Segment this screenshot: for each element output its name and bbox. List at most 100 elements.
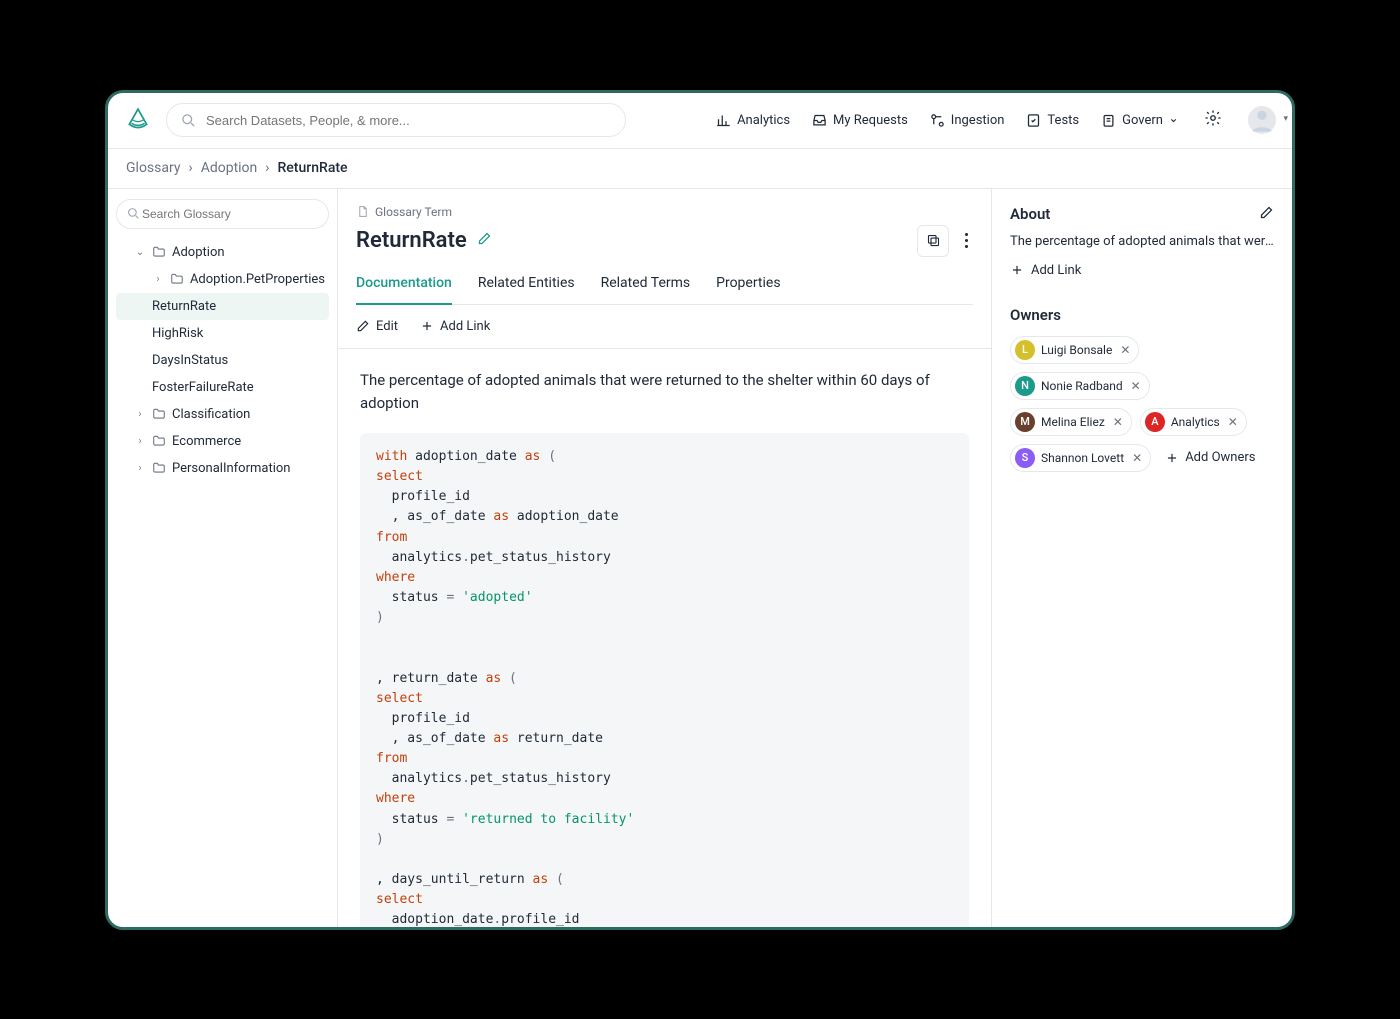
owner-chip[interactable]: M Melina Eliez ✕ (1010, 408, 1132, 436)
chevron-right-icon: › (134, 463, 146, 474)
logo-icon (125, 107, 151, 133)
top-nav: Analytics My Requests Ingestion Tests Go… (716, 105, 1276, 135)
tree-node-ecommerce[interactable]: › Ecommerce (116, 428, 329, 455)
owner-chip[interactable]: N Nonie Radband ✕ (1010, 372, 1150, 400)
tree-node-classification[interactable]: › Classification (116, 401, 329, 428)
tree-node-days-in-status[interactable]: DaysInStatus (116, 347, 329, 374)
nav-tests[interactable]: Tests (1026, 113, 1079, 128)
avatar-icon: S (1015, 448, 1035, 468)
sidebar-search-input[interactable] (140, 206, 318, 222)
plus-icon (1010, 263, 1024, 277)
term-description: The percentage of adopted animals that w… (360, 369, 969, 416)
code-block: with adoption_date as ( select profile_i… (360, 433, 969, 927)
search-icon (181, 113, 196, 128)
pencil-icon (356, 319, 370, 333)
copy-button[interactable] (917, 225, 949, 257)
tabs: Documentation Related Entities Related T… (356, 275, 973, 305)
nav-my-requests[interactable]: My Requests (812, 113, 908, 128)
search-icon (127, 207, 140, 220)
top-bar: Analytics My Requests Ingestion Tests Go… (108, 93, 1292, 149)
remove-owner-button[interactable]: ✕ (1132, 451, 1142, 465)
more-actions-button[interactable] (959, 227, 973, 254)
owners-heading: Owners (1010, 306, 1274, 324)
chevron-right-icon: › (265, 160, 269, 176)
chevron-right-icon: › (188, 160, 192, 176)
add-owners-button[interactable]: Add Owners (1159, 444, 1261, 472)
gear-icon (1204, 109, 1222, 127)
remove-owner-button[interactable]: ✕ (1113, 415, 1123, 429)
avatar-icon (1248, 106, 1276, 134)
documentation-body: The percentage of adopted animals that w… (338, 349, 991, 927)
owner-name: Shannon Lovett (1041, 451, 1124, 465)
user-menu[interactable] (1248, 106, 1276, 134)
entity-type-label: Glossary Term (356, 205, 973, 219)
tests-icon (1026, 113, 1041, 128)
remove-owner-button[interactable]: ✕ (1228, 415, 1238, 429)
document-icon (356, 205, 369, 218)
tab-related-entities[interactable]: Related Entities (478, 275, 575, 304)
tree-node-return-rate[interactable]: ReturnRate (116, 293, 329, 320)
owner-name: Luigi Bonsale (1041, 343, 1112, 357)
settings-button[interactable] (1200, 105, 1226, 135)
folder-icon (152, 461, 166, 475)
breadcrumb: Glossary › Adoption › ReturnRate (108, 149, 1292, 189)
owner-chip[interactable]: L Luigi Bonsale ✕ (1010, 336, 1139, 364)
avatar-icon: L (1015, 340, 1035, 360)
breadcrumb-parent[interactable]: Adoption (201, 160, 258, 176)
avatar-icon: M (1015, 412, 1035, 432)
remove-owner-button[interactable]: ✕ (1131, 379, 1141, 393)
avatar-icon: A (1145, 412, 1165, 432)
tree-node-foster-failure-rate[interactable]: FosterFailureRate (116, 374, 329, 401)
breadcrumb-root[interactable]: Glossary (126, 160, 180, 176)
page-title: ReturnRate (356, 228, 467, 253)
plus-icon (1165, 451, 1179, 465)
tree-node-high-risk[interactable]: HighRisk (116, 320, 329, 347)
tab-properties[interactable]: Properties (716, 275, 780, 304)
owner-chip[interactable]: A Analytics ✕ (1140, 408, 1247, 436)
doc-toolbar: Edit Add Link (338, 305, 991, 349)
main-content: Glossary Term ReturnRate Document (338, 189, 992, 927)
tab-related-terms[interactable]: Related Terms (601, 275, 691, 304)
sidebar-search[interactable] (116, 199, 329, 229)
analytics-icon (716, 113, 731, 128)
chevron-down-icon: ⌄ (134, 247, 146, 258)
owner-name: Nonie Radband (1041, 379, 1123, 393)
breadcrumb-current: ReturnRate (278, 160, 348, 176)
owner-chips: L Luigi Bonsale ✕ N Nonie Radband ✕ M Melina El… (1010, 336, 1274, 472)
folder-icon (152, 434, 166, 448)
add-link-button[interactable]: Add Link (420, 319, 490, 334)
tree-node-adoption[interactable]: ⌄ Adoption (116, 239, 329, 266)
about-summary: The percentage of adopted animals that w… (1010, 234, 1274, 249)
logo[interactable] (124, 106, 152, 134)
nav-analytics[interactable]: Analytics (716, 113, 790, 128)
remove-owner-button[interactable]: ✕ (1120, 343, 1130, 357)
avatar-icon: N (1015, 376, 1035, 396)
inbox-icon (812, 113, 827, 128)
govern-icon (1101, 113, 1116, 128)
about-panel: About The percentage of adopted animals … (992, 189, 1292, 927)
ingestion-icon (930, 113, 945, 128)
tree-node-personal-information[interactable]: › PersonalInformation (116, 455, 329, 482)
chevron-right-icon: › (152, 274, 164, 285)
owner-name: Analytics (1171, 415, 1220, 429)
global-search-input[interactable] (204, 112, 611, 129)
edit-about-button[interactable] (1259, 205, 1274, 224)
tree-node-pet-properties[interactable]: › Adoption.PetProperties (116, 266, 329, 293)
edit-title-button[interactable] (477, 231, 492, 250)
chevron-right-icon: › (134, 436, 146, 447)
owner-name: Melina Eliez (1041, 415, 1105, 429)
app-window: Analytics My Requests Ingestion Tests Go… (105, 90, 1295, 930)
pencil-icon (477, 231, 492, 246)
nav-ingestion[interactable]: Ingestion (930, 113, 1005, 128)
folder-icon (152, 407, 166, 421)
chevron-right-icon: › (134, 409, 146, 420)
edit-button[interactable]: Edit (356, 319, 398, 334)
nav-govern[interactable]: Govern (1101, 113, 1178, 128)
glossary-sidebar: ⌄ Adoption › Adoption.PetProperties Retu… (108, 189, 338, 927)
tab-documentation[interactable]: Documentation (356, 275, 452, 305)
global-search[interactable] (166, 103, 626, 137)
folder-icon (170, 272, 184, 286)
plus-icon (420, 319, 434, 333)
about-add-link-button[interactable]: Add Link (1010, 263, 1274, 278)
owner-chip[interactable]: S Shannon Lovett ✕ (1010, 444, 1151, 472)
